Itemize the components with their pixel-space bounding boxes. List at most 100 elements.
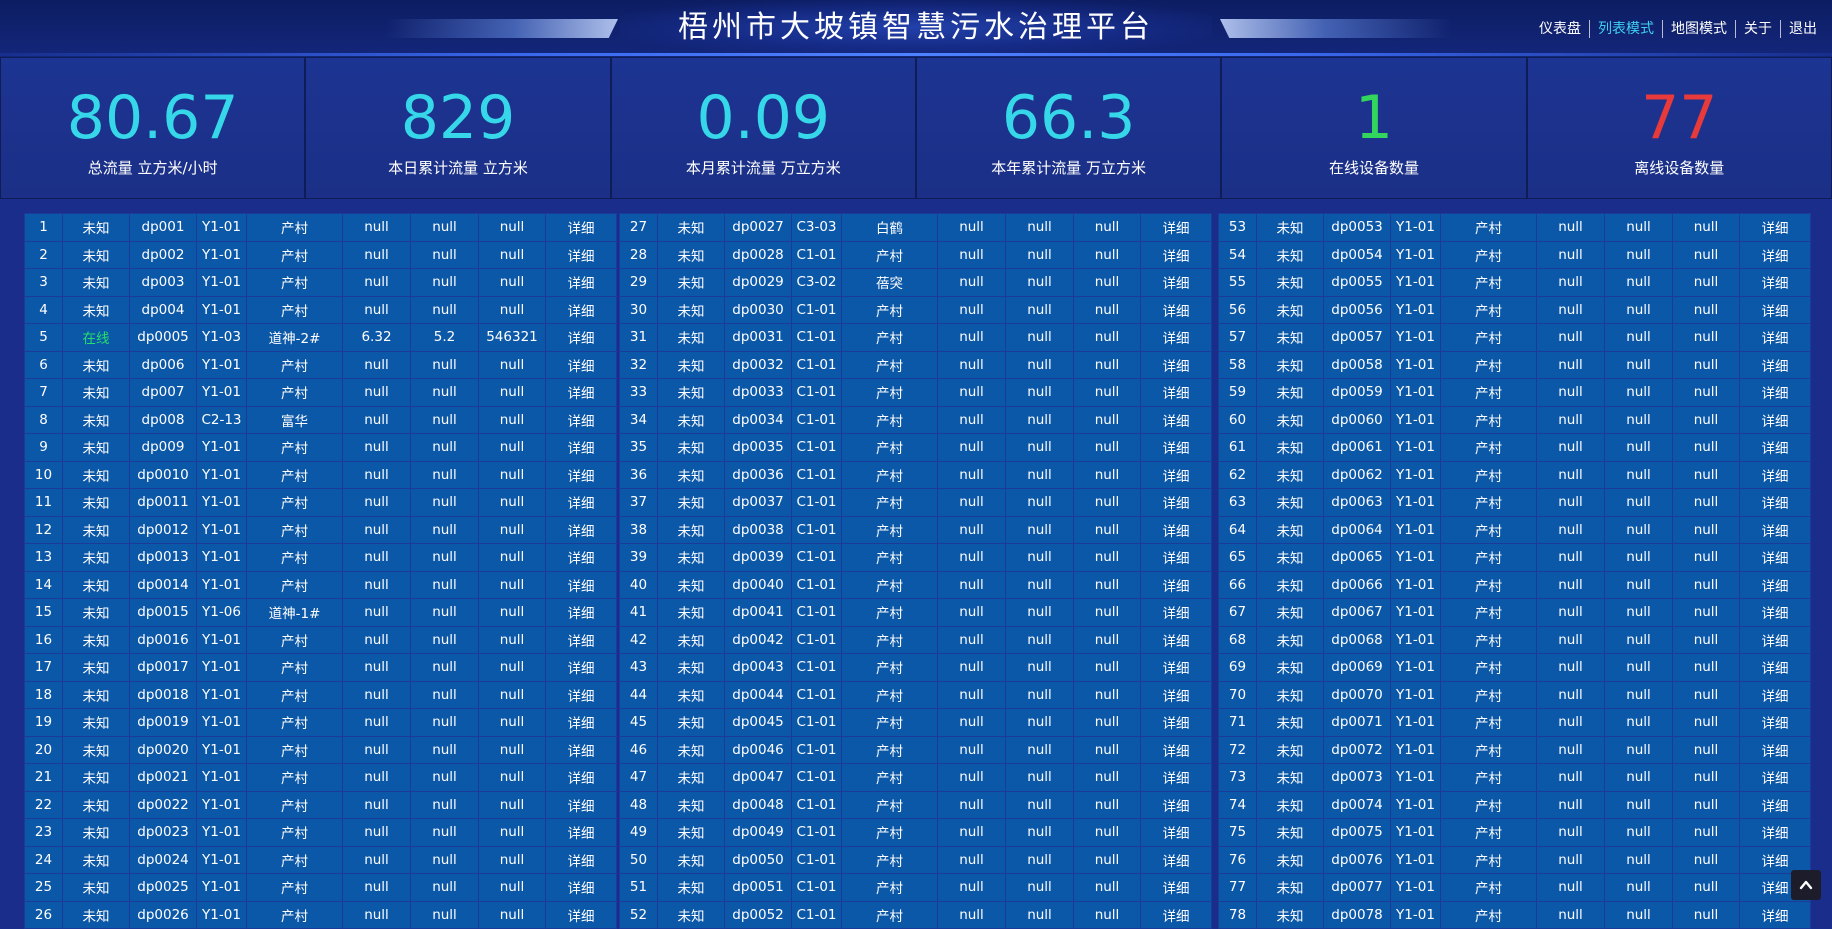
cell-detail-link[interactable]: 详细 bbox=[1140, 405, 1212, 434]
cell-detail-link[interactable]: 详细 bbox=[1739, 213, 1811, 242]
cell-detail-link[interactable]: 详细 bbox=[1739, 295, 1811, 324]
cell-detail-link[interactable]: 详细 bbox=[1739, 543, 1811, 572]
cell-detail-link[interactable]: 详细 bbox=[545, 213, 617, 242]
cell-detail-link[interactable]: 详细 bbox=[1140, 543, 1212, 572]
cell-row-index: 74 bbox=[1218, 790, 1257, 819]
cell-detail-link[interactable]: 详细 bbox=[1140, 433, 1212, 462]
cell-detail-link[interactable]: 详细 bbox=[1739, 653, 1811, 682]
cell-detail-link[interactable]: 详细 bbox=[1739, 488, 1811, 517]
cell-detail-link[interactable]: 详细 bbox=[545, 378, 617, 407]
cell-device-id: dp0045 bbox=[724, 708, 792, 737]
cell-detail-link[interactable]: 详细 bbox=[1140, 488, 1212, 517]
table-row: 62 未知 dp0062 Y1-01 产村 null null null 详细 bbox=[1218, 460, 1811, 489]
cell-detail-link[interactable]: 详细 bbox=[1140, 323, 1212, 352]
cell-detail-link[interactable]: 详细 bbox=[1140, 653, 1212, 682]
cell-model: Y1-01 bbox=[1390, 873, 1441, 902]
cell-detail-link[interactable]: 详细 bbox=[1140, 680, 1212, 709]
cell-detail-link[interactable]: 详细 bbox=[545, 433, 617, 462]
scroll-top-button[interactable] bbox=[1791, 870, 1821, 900]
cell-detail-link[interactable]: 详细 bbox=[1739, 433, 1811, 462]
table-row: 32 未知 dp0032 C1-01 产村 null null null 详细 bbox=[619, 350, 1212, 379]
cell-detail-link[interactable]: 详细 bbox=[1739, 598, 1811, 627]
cell-detail-link[interactable]: 详细 bbox=[545, 295, 617, 324]
cell-detail-link[interactable]: 详细 bbox=[1140, 213, 1212, 242]
cell-device-id: dp0040 bbox=[724, 570, 792, 599]
nav-list-mode[interactable]: 列表模式 bbox=[1589, 20, 1662, 38]
cell-detail-link[interactable]: 详细 bbox=[1140, 763, 1212, 792]
cell-detail-link[interactable]: 详细 bbox=[1140, 460, 1212, 489]
cell-model: Y1-01 bbox=[196, 873, 247, 902]
nav-logout[interactable]: 退出 bbox=[1780, 20, 1832, 38]
cell-detail-link[interactable]: 详细 bbox=[1140, 295, 1212, 324]
cell-detail-link[interactable]: 详细 bbox=[1739, 268, 1811, 297]
cell-detail-link[interactable]: 详细 bbox=[545, 818, 617, 847]
cell-detail-link[interactable]: 详细 bbox=[1739, 680, 1811, 709]
nav-map-mode[interactable]: 地图模式 bbox=[1662, 20, 1735, 38]
cell-detail-link[interactable]: 详细 bbox=[545, 708, 617, 737]
cell-location: 产村 bbox=[1440, 488, 1537, 517]
cell-detail-link[interactable]: 详细 bbox=[1140, 790, 1212, 819]
cell-detail-link[interactable]: 详细 bbox=[1140, 350, 1212, 379]
cell-detail-link[interactable]: 详细 bbox=[545, 488, 617, 517]
cell-detail-link[interactable]: 详细 bbox=[1739, 790, 1811, 819]
cell-value-2: null bbox=[1604, 873, 1673, 902]
cell-detail-link[interactable]: 详细 bbox=[545, 350, 617, 379]
cell-detail-link[interactable]: 详细 bbox=[1140, 240, 1212, 269]
cell-detail-link[interactable]: 详细 bbox=[1140, 378, 1212, 407]
cell-detail-link[interactable]: 详细 bbox=[545, 598, 617, 627]
cell-detail-link[interactable]: 详细 bbox=[1739, 323, 1811, 352]
cell-detail-link[interactable]: 详细 bbox=[545, 845, 617, 874]
cell-detail-link[interactable]: 详细 bbox=[545, 515, 617, 544]
cell-detail-link[interactable]: 详细 bbox=[1140, 873, 1212, 902]
cell-value-1: null bbox=[1536, 763, 1605, 792]
nav-dashboard[interactable]: 仪表盘 bbox=[1531, 20, 1589, 38]
cell-detail-link[interactable]: 详细 bbox=[545, 625, 617, 654]
cell-detail-link[interactable]: 详细 bbox=[1739, 735, 1811, 764]
cell-detail-link[interactable]: 详细 bbox=[1739, 570, 1811, 599]
cell-location: 产村 bbox=[1440, 653, 1537, 682]
cell-detail-link[interactable]: 详细 bbox=[1140, 845, 1212, 874]
cell-detail-link[interactable]: 详细 bbox=[545, 680, 617, 709]
cell-detail-link[interactable]: 详细 bbox=[545, 405, 617, 434]
cell-detail-link[interactable]: 详细 bbox=[1739, 350, 1811, 379]
cell-model: Y1-01 bbox=[196, 460, 247, 489]
cell-device-id: dp0028 bbox=[724, 240, 792, 269]
nav-about[interactable]: 关于 bbox=[1735, 20, 1780, 38]
cell-detail-link[interactable]: 详细 bbox=[1739, 763, 1811, 792]
cell-detail-link[interactable]: 详细 bbox=[1140, 900, 1212, 929]
cell-detail-link[interactable]: 详细 bbox=[1739, 460, 1811, 489]
cell-detail-link[interactable]: 详细 bbox=[1739, 818, 1811, 847]
cell-detail-link[interactable]: 详细 bbox=[545, 323, 617, 352]
cell-detail-link[interactable]: 详细 bbox=[1739, 625, 1811, 654]
cell-detail-link[interactable]: 详细 bbox=[1739, 900, 1811, 929]
cell-detail-link[interactable]: 详细 bbox=[1739, 708, 1811, 737]
cell-device-id: dp0068 bbox=[1323, 625, 1391, 654]
cell-detail-link[interactable]: 详细 bbox=[545, 763, 617, 792]
cell-detail-link[interactable]: 详细 bbox=[545, 268, 617, 297]
cell-detail-link[interactable]: 详细 bbox=[1140, 818, 1212, 847]
cell-detail-link[interactable]: 详细 bbox=[1739, 515, 1811, 544]
cell-detail-link[interactable]: 详细 bbox=[545, 240, 617, 269]
cell-detail-link[interactable]: 详细 bbox=[1739, 378, 1811, 407]
cell-detail-link[interactable]: 详细 bbox=[1140, 708, 1212, 737]
cell-detail-link[interactable]: 详细 bbox=[545, 543, 617, 572]
cell-detail-link[interactable]: 详细 bbox=[545, 900, 617, 929]
cell-value-1: null bbox=[937, 268, 1006, 297]
cell-detail-link[interactable]: 详细 bbox=[545, 790, 617, 819]
cell-detail-link[interactable]: 详细 bbox=[545, 873, 617, 902]
cell-detail-link[interactable]: 详细 bbox=[1140, 570, 1212, 599]
cell-detail-link[interactable]: 详细 bbox=[1140, 598, 1212, 627]
cell-model: Y1-01 bbox=[196, 570, 247, 599]
cell-detail-link[interactable]: 详细 bbox=[1140, 515, 1212, 544]
cell-detail-link[interactable]: 详细 bbox=[545, 570, 617, 599]
cell-detail-link[interactable]: 详细 bbox=[545, 653, 617, 682]
cell-detail-link[interactable]: 详细 bbox=[545, 735, 617, 764]
cell-detail-link[interactable]: 详细 bbox=[1739, 240, 1811, 269]
cell-detail-link[interactable]: 详细 bbox=[545, 460, 617, 489]
cell-value-2: null bbox=[410, 845, 479, 874]
cell-model: Y1-01 bbox=[196, 818, 247, 847]
cell-detail-link[interactable]: 详细 bbox=[1140, 268, 1212, 297]
cell-detail-link[interactable]: 详细 bbox=[1739, 405, 1811, 434]
cell-detail-link[interactable]: 详细 bbox=[1140, 735, 1212, 764]
cell-detail-link[interactable]: 详细 bbox=[1140, 625, 1212, 654]
